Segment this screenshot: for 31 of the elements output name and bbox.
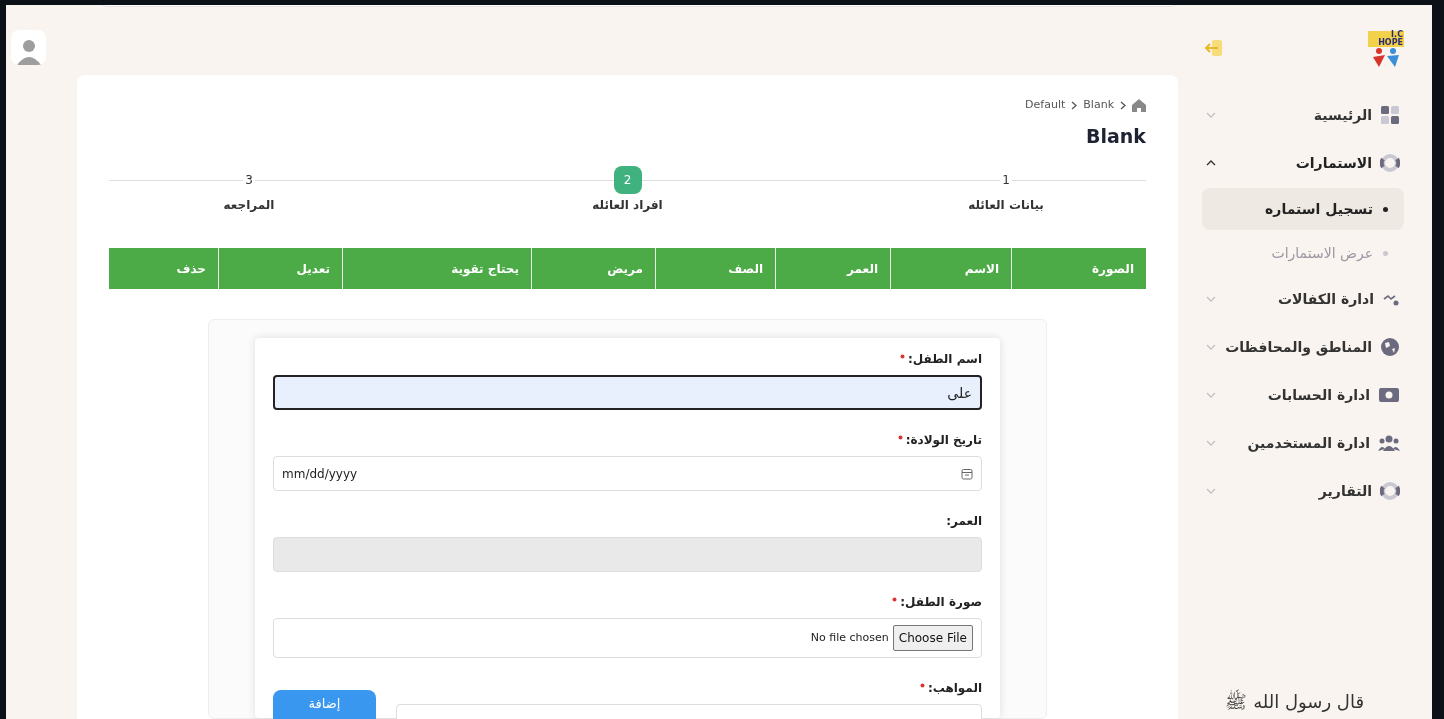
column-header: حذف [110, 248, 219, 289]
choose-file-button[interactable]: Choose File [892, 625, 973, 651]
sidebar-item[interactable]: الاستمارات [1202, 139, 1404, 187]
breadcrumb-link[interactable]: Blank [1083, 97, 1114, 114]
column-header: الصف [656, 248, 776, 289]
sidebar-item[interactable]: الرئيسية [1202, 91, 1404, 139]
column-header: مريض [532, 248, 656, 289]
column-header: تعديل [219, 248, 343, 289]
sidebar-item[interactable]: ادارة الحسابات [1202, 371, 1404, 419]
sidebar-item[interactable]: ادارة المستخدمين [1202, 419, 1404, 467]
column-header: الاسم [891, 248, 1012, 289]
footer-quote: قال رسول الله ﷺ [1225, 691, 1364, 712]
file-status: No file chosen [810, 629, 889, 646]
sidebar-item[interactable]: ادارة الكفالات [1202, 275, 1404, 323]
sidebar-item[interactable]: التقارير [1202, 467, 1404, 515]
column-header: العمر [776, 248, 891, 289]
column-header: الصورة [1091, 260, 1135, 279]
field-label: العمر: [946, 513, 982, 530]
column-header: يحتاج تقوية [343, 248, 532, 289]
date-field[interactable]: mm/dd/yyyy [273, 456, 982, 491]
field-label: اسم الطفل: [908, 351, 982, 368]
field-label: المواهب: [927, 680, 982, 697]
file-field[interactable]: No file chosen Choose File [273, 618, 982, 658]
breadcrumb-link[interactable]: Default [1025, 97, 1066, 114]
sidebar-item[interactable]: المناطق والمحافظات [1202, 323, 1404, 371]
page-title: Blank [1086, 123, 1146, 149]
field-label: صورة الطفل: [900, 594, 982, 611]
submenu-item[interactable]: تسجيل استماره [1202, 188, 1404, 230]
logo: I.C HOPE [1368, 31, 1404, 69]
child-name-field[interactable]: على [273, 375, 982, 410]
field-label: تاريخ الولادة: [905, 432, 982, 449]
